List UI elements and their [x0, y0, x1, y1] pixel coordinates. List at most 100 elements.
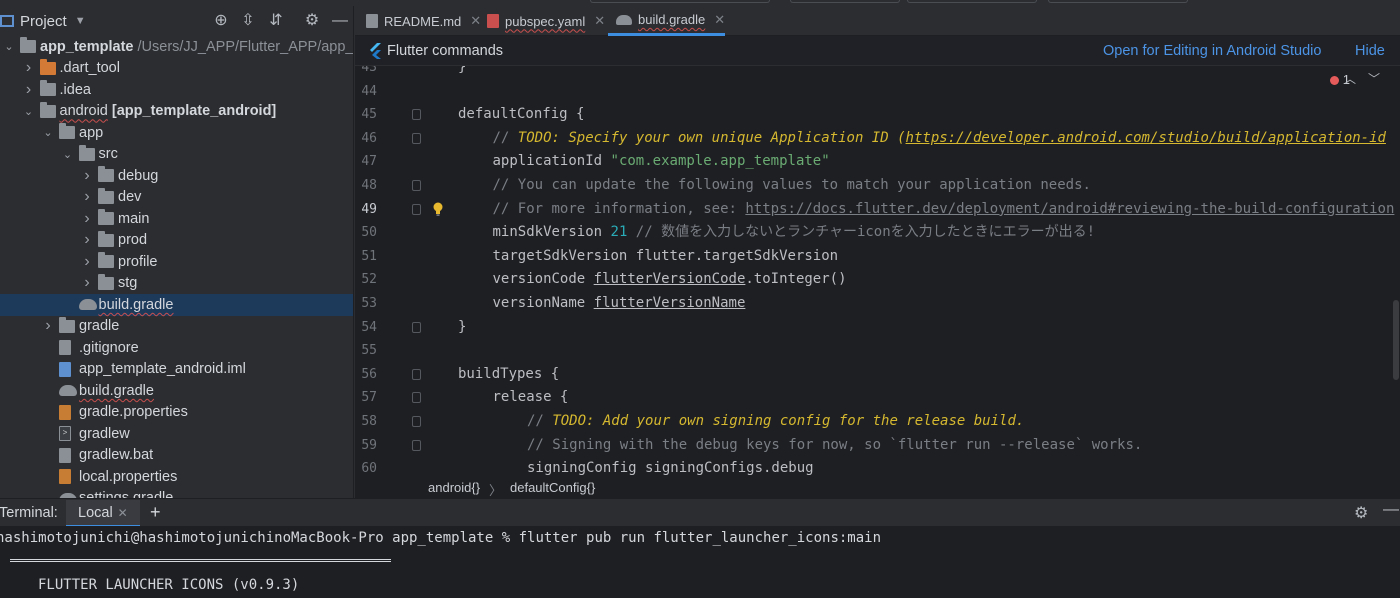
breadcrumb-item-defaultconfig[interactable]: defaultConfig{} [510, 480, 595, 495]
tree-item[interactable]: › prod [0, 230, 353, 252]
code-text: defaultConfig { [458, 106, 585, 123]
terminal-tab-local[interactable]: Local ✕ [66, 500, 140, 527]
close-icon[interactable]: ✕ [594, 13, 605, 29]
chevron-right-icon[interactable]: › [81, 274, 93, 292]
chevron-right-icon[interactable]: › [81, 253, 93, 271]
tree-item[interactable]: > gradlew [0, 423, 353, 445]
editor-scrollbar[interactable] [1393, 300, 1399, 380]
tree-item-label: app_template /Users/JJ_APP/Flutter_APP/a… [40, 38, 354, 55]
chevron-down-icon[interactable]: ⌄ [42, 126, 54, 139]
code-line: 57 release { [355, 386, 1400, 410]
tree-item[interactable]: › debug [0, 165, 353, 187]
breadcrumb-item-android[interactable]: android{} [428, 480, 480, 495]
fold-marker-icon[interactable] [412, 416, 421, 427]
project-panel: Project ▼ ⊕ ⇳ ⇵ ⚙ — ⌄ app_template /Users… [0, 6, 354, 498]
fold-marker-icon[interactable] [412, 180, 421, 191]
tree-item[interactable]: .gitignore [0, 337, 353, 359]
chevron-down-icon[interactable]: ﹀ [1368, 72, 1392, 86]
fold-marker-icon[interactable] [412, 392, 421, 404]
yaml-file-icon [487, 14, 499, 28]
expand-all-icon[interactable]: ⇳ [239, 12, 257, 30]
terminal-output[interactable]: hashimotojunichi@hashimotojunichinoMacBo… [0, 526, 1400, 598]
fold-marker-icon[interactable] [412, 368, 421, 380]
markdown-file-icon [366, 14, 378, 28]
toolbar-segment [907, 0, 1037, 3]
chevron-right-icon[interactable]: › [23, 59, 35, 77]
breadcrumb-separator: 〉 [489, 483, 503, 498]
tree-item[interactable]: ⌄ app [0, 122, 353, 144]
fold-marker-icon[interactable] [412, 321, 421, 333]
tree-item[interactable]: app_template_android.iml [0, 359, 353, 381]
editor-tabs: README.md ✕ pubspec.yaml ✕ build.gradle ✕ [355, 6, 1400, 36]
tree-item[interactable]: settings.gradle [0, 488, 353, 498]
tree-item[interactable]: gradle.properties [0, 402, 353, 424]
code-editor[interactable]: 43} 44 45 defaultConfig {46 // TODO: Specify… [355, 66, 1400, 478]
gear-icon[interactable]: ⚙ [303, 12, 321, 30]
chevron-down-icon[interactable]: ▼ [75, 15, 86, 27]
error-navigation[interactable]: ︿﹀ [1344, 70, 1392, 87]
tree-item-label: .dart_tool [59, 60, 120, 77]
tree-item[interactable]: ⌄ android [app_template_android] [0, 101, 353, 123]
chevron-right-icon[interactable]: › [42, 317, 54, 335]
chevron-right-icon[interactable]: › [81, 210, 93, 228]
fold-marker-icon[interactable] [412, 203, 421, 215]
tree-item-label: prod [118, 232, 148, 249]
gear-icon[interactable]: ⚙ [1354, 503, 1368, 523]
minimize-icon[interactable]: — [1383, 501, 1399, 519]
editor-tab[interactable]: build.gradle ✕ [608, 6, 726, 36]
chevron-up-icon[interactable]: ︿ [1344, 72, 1368, 86]
tree-item[interactable]: › stg [0, 273, 353, 295]
locate-file-icon[interactable]: ⊕ [212, 12, 230, 30]
tree-item[interactable]: build.gradle [0, 294, 353, 316]
chevron-down-icon[interactable]: ⌄ [3, 40, 15, 53]
minimize-icon[interactable]: — [331, 12, 349, 30]
line-number: 45 [361, 107, 377, 123]
code-text: // For more information, see: https://do… [492, 200, 1395, 217]
code-text: // You can update the following values t… [492, 177, 1091, 193]
tree-item[interactable]: › profile [0, 251, 353, 273]
hide-banner-link[interactable]: Hide [1355, 43, 1385, 59]
tree-item[interactable]: build.gradle [0, 380, 353, 402]
tree-item-label: debug [118, 167, 159, 184]
tree-item-label: dev [118, 189, 142, 206]
terminal-header: Terminal: Local ✕ + ⚙ — [0, 498, 1400, 527]
project-view-title[interactable]: Project [20, 13, 67, 30]
collapse-all-icon[interactable]: ⇵ [267, 12, 285, 30]
tree-item[interactable]: › .idea [0, 79, 353, 101]
new-terminal-icon[interactable]: + [150, 502, 161, 523]
fold-marker-icon[interactable] [412, 132, 421, 144]
close-icon[interactable]: ✕ [714, 12, 725, 28]
tree-item[interactable]: ⌄ src [0, 144, 353, 166]
code-text: // TODO: Specify your own unique Applica… [492, 129, 1386, 146]
fold-marker-icon[interactable] [412, 109, 421, 121]
chevron-right-icon[interactable]: › [81, 188, 93, 206]
fold-marker-icon[interactable] [412, 439, 421, 451]
chevron-right-icon[interactable]: › [81, 231, 93, 249]
code-line: 53 versionName flutterVersionName [355, 292, 1400, 316]
terminal-tab-label: Local [78, 505, 113, 521]
tree-item[interactable]: ⌄ app_template /Users/JJ_APP/Flutter_APP/… [0, 36, 353, 58]
tree-item[interactable]: gradlew.bat [0, 445, 353, 467]
code-line: 56 buildTypes { [355, 363, 1400, 387]
code-line: 51 targetSdkVersion flutter.targetSdkVers… [355, 245, 1400, 269]
tree-item[interactable]: › .dart_tool [0, 58, 353, 80]
intention-bulb-icon[interactable] [433, 202, 443, 216]
chevron-down-icon[interactable]: ⌄ [23, 105, 35, 118]
line-number: 44 [361, 83, 377, 99]
editor-tab[interactable]: pubspec.yaml ✕ [479, 6, 605, 36]
line-number: 49 [361, 201, 377, 217]
chevron-right-icon[interactable]: › [23, 81, 35, 99]
toolbar-segment [790, 0, 900, 3]
project-panel-header: Project ▼ ⊕ ⇳ ⇵ ⚙ — [0, 6, 353, 36]
close-icon[interactable]: ✕ [118, 506, 128, 520]
chevron-down-icon[interactable]: ⌄ [62, 148, 74, 161]
tree-item[interactable]: › main [0, 208, 353, 230]
open-in-android-studio-link[interactable]: Open for Editing in Android Studio [1103, 43, 1321, 59]
code-line: 49 // For more information, see: https://… [355, 198, 1400, 222]
tree-item[interactable]: › dev [0, 187, 353, 209]
chevron-right-icon[interactable]: › [81, 167, 93, 185]
tree-item[interactable]: local.properties [0, 466, 353, 488]
editor-tab[interactable]: README.md ✕ [358, 6, 481, 36]
tree-item[interactable]: › gradle [0, 316, 353, 338]
code-text: minSdkVersion 21 // 数値を入力しないとランチャーiconを入… [492, 224, 1096, 241]
